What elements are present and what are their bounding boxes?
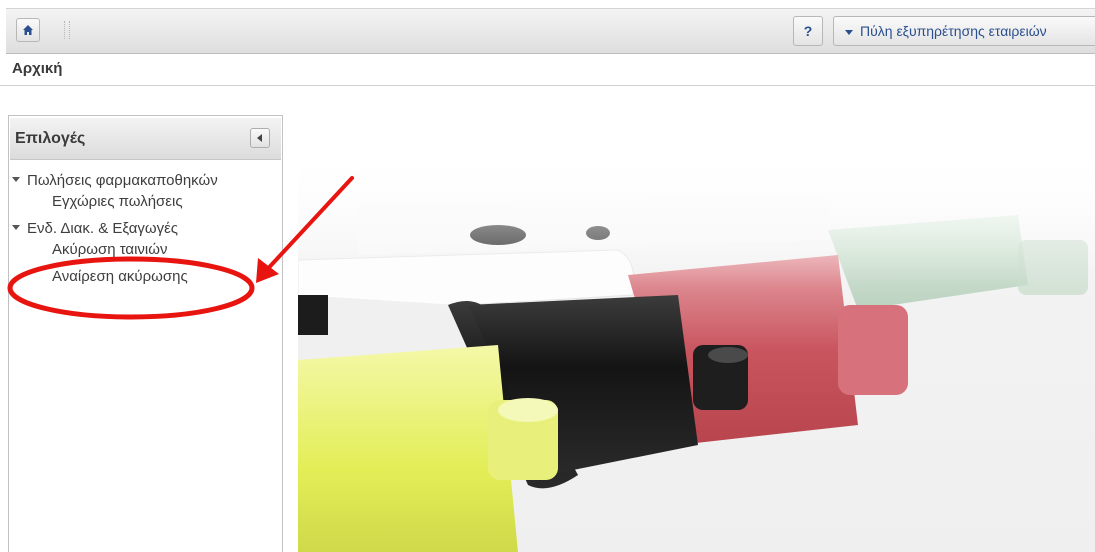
- sidebar-header: Επιλογές: [10, 118, 281, 160]
- collapse-left-icon: [257, 134, 262, 142]
- chevron-down-icon: [845, 29, 853, 35]
- hero-image: [298, 145, 1095, 552]
- sidebar-title: Επιλογές: [15, 130, 86, 147]
- toolbar-separator: [64, 21, 70, 39]
- home-icon: [23, 25, 33, 35]
- portal-menu-label: Πύλη εξυπηρέτησης εταιρειών: [860, 23, 1047, 39]
- tree-item-undo-cancellation[interactable]: Αναίρεση ακύρωσης: [52, 268, 188, 285]
- tree-group-intra-dist-exports[interactable]: Ενδ. Διακ. & Εξαγωγές: [12, 220, 178, 237]
- options-sidebar: Επιλογές Πωλήσεις φαρμακαποθηκών Εγχώριε…: [8, 115, 283, 552]
- collapse-sidebar-button[interactable]: [250, 128, 270, 148]
- home-button[interactable]: [16, 18, 40, 42]
- breadcrumb[interactable]: Αρχική: [12, 60, 62, 77]
- help-button[interactable]: ?: [793, 16, 823, 46]
- tree-item-domestic-sales[interactable]: Εγχώριες πωλήσεις: [52, 193, 183, 210]
- tree-group-pharmacy-sales[interactable]: Πωλήσεις φαρμακαποθηκών: [12, 172, 218, 189]
- highlighter-markers-illustration: [298, 145, 1095, 552]
- portal-menu-button[interactable]: Πύλη εξυπηρέτησης εταιρειών: [833, 16, 1095, 46]
- tree-group-label: Ενδ. Διακ. & Εξαγωγές: [27, 220, 179, 237]
- expanded-triangle-icon: [12, 176, 20, 182]
- breadcrumb-divider: [0, 85, 1095, 86]
- expanded-triangle-icon: [12, 224, 20, 230]
- top-toolbar: ? Πύλη εξυπηρέτησης εταιρειών: [6, 8, 1095, 54]
- tree-group-label: Πωλήσεις φαρμακαποθηκών: [27, 172, 218, 189]
- tree-item-cancel-strips[interactable]: Ακύρωση ταινιών: [52, 241, 167, 258]
